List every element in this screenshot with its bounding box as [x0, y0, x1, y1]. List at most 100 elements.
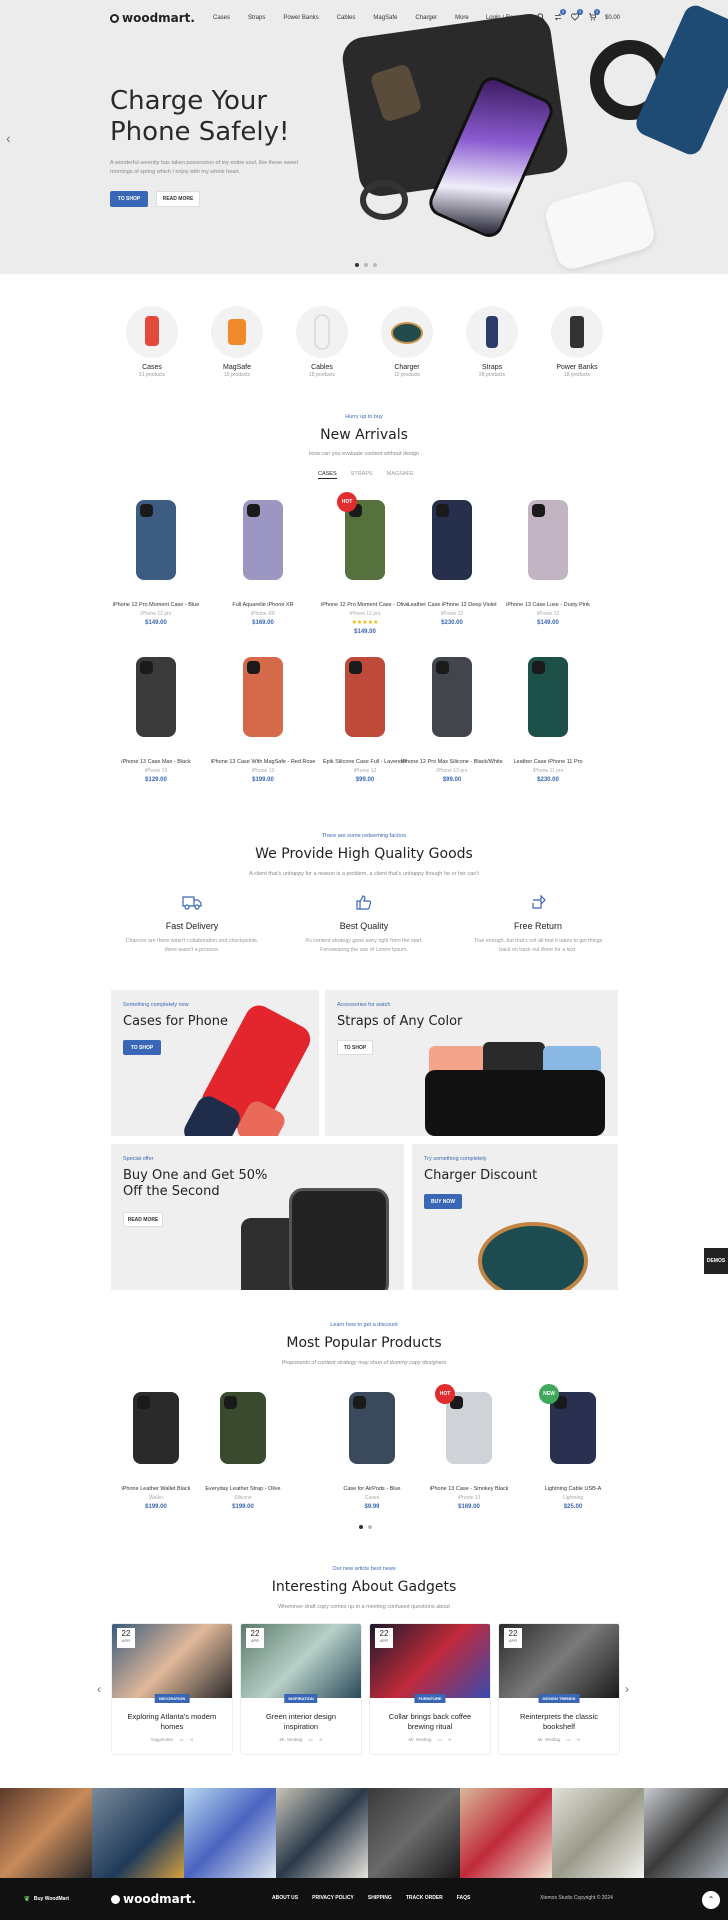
- footer-link-faqs[interactable]: FAQS: [457, 1895, 471, 1901]
- footer-link-privacy[interactable]: PRIVACY POLICY: [312, 1895, 354, 1901]
- promo-button[interactable]: BUY NOW: [424, 1194, 462, 1209]
- feature-title: Fast Delivery: [165, 921, 219, 931]
- footer-logo[interactable]: woodmart.: [111, 1892, 196, 1906]
- product-title[interactable]: iPhone 13 Case Luxe - Dusty Pink: [488, 601, 608, 609]
- instagram-photo[interactable]: [184, 1788, 276, 1878]
- instagram-photo[interactable]: [92, 1788, 184, 1878]
- category-power-banks[interactable]: Power Banks 18 products: [547, 306, 607, 378]
- nav-power-banks[interactable]: Power Banks: [283, 15, 318, 21]
- instagram-photo[interactable]: [276, 1788, 368, 1878]
- comment-icon[interactable]: ▭: [308, 1737, 312, 1742]
- tab-straps[interactable]: STRAPS: [351, 471, 373, 479]
- blog-prev-arrow[interactable]: ‹: [97, 1682, 101, 1696]
- promo-buy-one[interactable]: Special offer Buy One and Get 50% Off the…: [111, 1144, 404, 1290]
- slider-dot-active[interactable]: [359, 1525, 363, 1529]
- category-cases[interactable]: Cases 31 products: [122, 306, 182, 378]
- post-author[interactable]: Yaggmotter: [151, 1737, 174, 1742]
- product-image: [345, 657, 385, 737]
- comment-icon[interactable]: ▭: [179, 1737, 183, 1742]
- product-card[interactable]: NEW Lightning Cable USB-A Lightning $25.00: [513, 1384, 633, 1510]
- promo-charger[interactable]: Try something completely Charger Discoun…: [412, 1144, 618, 1290]
- product-title[interactable]: Lightning Cable USB-A: [513, 1485, 633, 1493]
- instagram-photo[interactable]: [644, 1788, 728, 1878]
- share-icon[interactable]: ⋖: [319, 1737, 323, 1742]
- blog-card[interactable]: 22 APR INSPIRATION Green interior design in…: [240, 1623, 362, 1755]
- share-icon[interactable]: ⋖: [190, 1737, 194, 1742]
- promo-straps[interactable]: Accessories for watch Straps of Any Colo…: [325, 990, 618, 1136]
- product-card[interactable]: iPhone 13 Case Luxe - Dusty Pink iPhone 1…: [488, 500, 608, 626]
- logo-text: woodmart.: [123, 1892, 196, 1906]
- instagram-photo[interactable]: [460, 1788, 552, 1878]
- hero-read-more-button[interactable]: READ MORE: [156, 191, 200, 207]
- feature-free-return: Free Return True enough, but that's not …: [468, 894, 608, 955]
- slider-dot[interactable]: [364, 263, 368, 267]
- category-cables[interactable]: Cables 18 products: [292, 306, 352, 378]
- footer-link-track[interactable]: TRACK ORDER: [406, 1895, 443, 1901]
- product-title[interactable]: iPhone 12 Pro Moment Case - Blue: [96, 601, 216, 609]
- category-count: 31 products: [138, 372, 166, 378]
- instagram-photo[interactable]: [0, 1788, 92, 1878]
- footer-nav: ABOUT US PRIVACY POLICY SHIPPING TRACK O…: [272, 1895, 470, 1901]
- promo-title: Straps of Any Color: [337, 1014, 463, 1029]
- product-card[interactable]: iPhone 12 Pro Moment Case - Blue iPhone 1…: [96, 500, 216, 626]
- post-category-tag[interactable]: DECORATION: [154, 1694, 190, 1703]
- footer-link-about[interactable]: ABOUT US: [272, 1895, 298, 1901]
- blog-card[interactable]: 22 APR FURNITURE Collar brings back coffee …: [369, 1623, 491, 1755]
- post-category-tag[interactable]: FURNITURE: [414, 1694, 446, 1703]
- product-title[interactable]: Leather Case iPhone 11 Pro: [488, 758, 608, 766]
- tab-cases[interactable]: CASES: [318, 471, 337, 479]
- product-title[interactable]: iPhone 13 Case - Smokey Black: [409, 1485, 529, 1493]
- product-card[interactable]: Everyday Leather Strap - Olive Silicone $1…: [183, 1392, 303, 1510]
- post-author[interactable]: Mr. Wedtag: [409, 1737, 432, 1742]
- nav-cases[interactable]: Cases: [213, 15, 230, 21]
- feature-title: Best Quality: [339, 921, 389, 931]
- blog-card[interactable]: 22 APR DESIGN TRENDS Reinterprets the class…: [498, 1623, 620, 1755]
- post-category-tag[interactable]: DESIGN TRENDS: [538, 1694, 580, 1703]
- blog-card[interactable]: 22 APR DECORATION Exploring Atlanta's moder…: [111, 1623, 233, 1755]
- product-image: [243, 500, 283, 580]
- slider-dot[interactable]: [368, 1525, 372, 1529]
- post-author[interactable]: Mr. Wedtag: [280, 1737, 303, 1742]
- category-image: [551, 306, 603, 358]
- product-title[interactable]: iPhone 13 Case Max - Black: [96, 758, 216, 766]
- product-image: [528, 500, 568, 580]
- product-card[interactable]: HOT iPhone 13 Case - Smokey Black iPhone 1…: [409, 1384, 529, 1510]
- blog-next-arrow[interactable]: ›: [625, 1682, 629, 1696]
- post-title[interactable]: Reinterprets the classic bookshelf: [499, 1712, 619, 1732]
- post-title[interactable]: Exploring Atlanta's modern homes: [112, 1712, 232, 1732]
- footer-link-shipping[interactable]: SHIPPING: [368, 1895, 392, 1901]
- slider-dot-active[interactable]: [355, 263, 359, 267]
- category-charger[interactable]: Charger 12 products: [377, 306, 437, 378]
- post-title[interactable]: Green interior design inspiration: [241, 1712, 361, 1732]
- instagram-photo[interactable]: [552, 1788, 644, 1878]
- category-magsafe[interactable]: MagSafe 15 products: [207, 306, 267, 378]
- tab-magsafe[interactable]: MAGSAFE: [387, 471, 414, 479]
- share-icon[interactable]: ⋖: [577, 1737, 581, 1742]
- post-title[interactable]: Collar brings back coffee brewing ritual: [370, 1712, 490, 1732]
- category-straps[interactable]: Straps 28 products: [462, 306, 522, 378]
- hero-prev-arrow[interactable]: ‹: [6, 130, 11, 146]
- demos-tab[interactable]: DEMOS: [704, 1248, 728, 1274]
- promo-cases[interactable]: Something completely new Cases for Phone…: [111, 990, 319, 1136]
- blog-image: 22 APR: [499, 1624, 619, 1698]
- product-card[interactable]: iPhone 13 Case Max - Black iPhone 13 $129.…: [96, 657, 216, 783]
- slider-dot[interactable]: [373, 263, 377, 267]
- product-title[interactable]: Everyday Leather Strap - Olive: [183, 1485, 303, 1493]
- category-count: 18 products: [563, 372, 591, 378]
- nav-straps[interactable]: Straps: [248, 15, 265, 21]
- promo-button[interactable]: READ MORE: [123, 1212, 163, 1227]
- product-price: $149.00: [537, 620, 559, 626]
- comment-icon[interactable]: ▭: [437, 1737, 441, 1742]
- scroll-top-button[interactable]: ⌃: [702, 1891, 720, 1909]
- promo-button[interactable]: TO SHOP: [337, 1040, 373, 1055]
- comment-icon[interactable]: ▭: [566, 1737, 570, 1742]
- instagram-photo[interactable]: [368, 1788, 460, 1878]
- post-author[interactable]: Mr. Wedtag: [538, 1737, 561, 1742]
- post-category-tag[interactable]: INSPIRATION: [284, 1694, 318, 1703]
- product-card[interactable]: Leather Case iPhone 11 Pro iPhone 11 pro $…: [488, 657, 608, 783]
- share-icon[interactable]: ⋖: [448, 1737, 452, 1742]
- logo[interactable]: woodmart.: [110, 11, 195, 25]
- buy-woodmart-link[interactable]: ❦ Buy WoodMart: [24, 1895, 69, 1903]
- promo-button[interactable]: TO SHOP: [123, 1040, 161, 1055]
- hero-shop-button[interactable]: TO SHOP: [110, 191, 148, 207]
